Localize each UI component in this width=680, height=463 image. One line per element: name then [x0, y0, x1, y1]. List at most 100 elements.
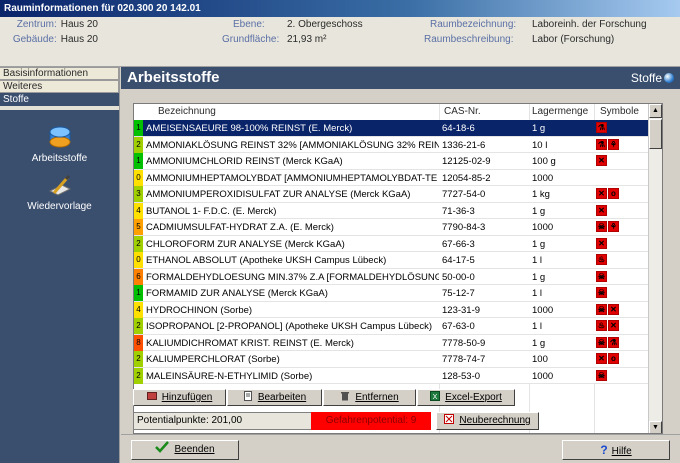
cas-number: 12125-02-9	[442, 156, 491, 167]
close-button[interactable]: Beenden	[131, 440, 239, 460]
substance-name: CADMIUMSULFAT-HYDRAT Z.A. (E. Merck)	[146, 222, 334, 233]
substances-icon	[49, 126, 70, 148]
pen-notepad-icon	[48, 174, 71, 196]
substance-name: KALIUMDICHROMAT KRIST. REINST (E. Merck)	[146, 337, 354, 349]
room-info-panel: Zentrum: Haus 20 Gebäude: Haus 20 Ebene: 2…	[0, 17, 680, 67]
sym-harmful-icon: ✕	[596, 237, 607, 249]
cas-number: 7727-54-0	[442, 189, 486, 200]
scroll-up-button[interactable]: ▲	[649, 104, 662, 118]
ebene-label: Ebene:	[233, 19, 265, 30]
arbeitsstoffe-button[interactable]: Arbeitsstoffe	[0, 125, 119, 164]
substance-name: HYDROCHINON (Sorbe)	[146, 304, 253, 316]
trash-icon	[341, 392, 350, 401]
sym-harmful-icon: ✕	[596, 353, 607, 364]
hazard-symbols: ✕ o	[596, 353, 620, 365]
help-button[interactable]: ? Hilfe	[562, 440, 670, 460]
info-globe-icon	[664, 73, 674, 83]
col-cas[interactable]: CAS-Nr.	[444, 106, 481, 117]
raumbeschreibung-label: Raumbeschreibung:	[424, 34, 514, 45]
recalculate-button[interactable]: Neuberechnung	[436, 412, 539, 430]
storage-quantity: 1000	[532, 304, 554, 316]
hazard-symbols: ☠ ⚗	[596, 336, 620, 349]
hazard-level-indicator: 8	[134, 334, 143, 351]
substance-name: AMMONIUMPEROXIDISULFAT ZUR ANALYSE (Merc…	[146, 189, 411, 200]
hazard-level-indicator: 3	[134, 186, 143, 202]
hazard-symbols: ✕	[596, 204, 608, 217]
gebaeude-value: Haus 20	[60, 34, 98, 45]
add-label: Hinzufügen	[161, 392, 213, 403]
storage-quantity: 1 g	[532, 271, 546, 283]
section-label: Stoffe	[630, 71, 662, 85]
sym-flammable-icon: ♨	[596, 254, 607, 265]
hazard-symbols: ✕	[596, 155, 608, 167]
sym-harmful-icon: ✕	[596, 204, 607, 216]
arbeitsstoffe-label: Arbeitsstoffe	[31, 153, 88, 164]
grundflaeche-label: Grundfläche:	[222, 34, 280, 45]
sym-corrosive-icon: ⚗	[608, 336, 619, 348]
col-symbole[interactable]: Symbole	[600, 106, 639, 117]
main-panel: Arbeitsstoffe Stoffe Bezeichnung CAS-Nr.…	[121, 67, 680, 463]
substance-name: KALIUMPERCHLORAT (Sorbe)	[146, 354, 280, 365]
table-row[interactable]: 1 AMEISENSAEURE 98-100% REINST (E. Merck)…	[134, 120, 650, 137]
substance-name: FORMALDEHYDLOESUNG MIN.37% Z.A [FORMALDE…	[146, 271, 439, 283]
cas-number: 7778-74-7	[442, 354, 486, 365]
substance-name: CHLOROFORM ZUR ANALYSE (Merck KGaA)	[146, 238, 345, 250]
edit-button[interactable]: Bearbeiten	[227, 389, 322, 406]
sym-corrosive-icon: ⚗	[596, 138, 607, 150]
section-label-wrap: Stoffe	[631, 71, 674, 85]
storage-quantity: 1 l	[532, 321, 543, 332]
table-header: Bezeichnung CAS-Nr. Lagermenge Symbole	[134, 104, 650, 120]
sym-oxidizing-icon: o	[608, 353, 619, 364]
hazard-symbols: ✕ o	[596, 188, 620, 200]
svg-text:X: X	[433, 394, 438, 401]
hazard-symbols: ☠ ⚘	[596, 221, 620, 233]
table-row[interactable]: 4 BUTANOL 1- F.D.C. (E. Merck) 71-36-3 1 g ✕	[134, 202, 650, 219]
table-row[interactable]: 2 CHLOROFORM ZUR ANALYSE (Merck KGaA) 67-6…	[134, 235, 650, 252]
table-body: 1 AMEISENSAEURE 98-100% REINST (E. Merck)…	[134, 120, 650, 433]
tab-weiteres[interactable]: Weiteres	[0, 80, 119, 93]
table-row[interactable]: 8 KALIUMDICHROMAT KRIST. REINST (E. Merck…	[134, 334, 650, 351]
sym-harmful-icon: ✕	[608, 320, 619, 331]
hazard-symbols: ☠	[596, 369, 608, 382]
table-row[interactable]: 4 HYDROCHINON (Sorbe) 123-31-9 1000 ☠ ✕	[134, 301, 650, 318]
sym-toxic-icon: ☠	[596, 287, 607, 298]
table-row[interactable]: 0 ETHANOL ABSOLUT (Apotheke UKSH Campus L…	[134, 252, 650, 269]
storage-quantity: 1 l	[532, 255, 543, 266]
col-bezeichnung[interactable]: Bezeichnung	[158, 106, 216, 117]
hazard-level-indicator: 1	[134, 120, 143, 136]
table-row[interactable]: 2 MALEINSÄURE-N-ETHYLIMID (Sorbe) 128-53-0…	[134, 367, 650, 384]
sym-toxic-icon: ☠	[596, 369, 607, 381]
page-title: Arbeitsstoffe	[127, 69, 220, 86]
ebene-value: 2. Obergeschoss	[287, 19, 363, 30]
table-row[interactable]: 5 CADMIUMSULFAT-HYDRAT Z.A. (E. Merck) 779…	[134, 219, 650, 236]
sym-harmful-icon: ✕	[596, 155, 607, 166]
substance-name: BUTANOL 1- F.D.C. (E. Merck)	[146, 205, 277, 217]
gebaeude-label: Gebäude:	[12, 34, 57, 45]
tab-basisinformationen[interactable]: Basisinformationen	[0, 67, 119, 80]
table-row[interactable]: 6 FORMALDEHYDLOESUNG MIN.37% Z.A [FORMALD…	[134, 268, 650, 285]
remove-button[interactable]: Entfernen	[323, 389, 416, 406]
hazard-symbols: ♨ ✕	[596, 320, 620, 332]
wiedervorlage-button[interactable]: Wiedervorlage	[0, 173, 119, 212]
table-row[interactable]: 1 FORMAMID ZUR ANALYSE (Merck KGaA) 75-12-…	[134, 285, 650, 302]
sym-toxic-icon: ☠	[596, 303, 607, 315]
substances-table: Bezeichnung CAS-Nr. Lagermenge Symbole 1…	[133, 103, 663, 434]
cas-number: 75-12-7	[442, 288, 475, 299]
col-lagermenge[interactable]: Lagermenge	[532, 106, 588, 117]
table-row[interactable]: 0 AMMONIUMHEPTAMOLYBDAT [AMMONIUMHEPTAMOL…	[134, 169, 650, 186]
scroll-down-button[interactable]: ▼	[649, 421, 662, 433]
scroll-thumb[interactable]	[649, 119, 662, 149]
add-button[interactable]: Hinzufügen	[133, 389, 226, 406]
table-row[interactable]: 1 AMMONIUMCHLORID REINST (Merck KGaA) 1212…	[134, 153, 650, 170]
table-scrollbar[interactable]: ▲ ▼	[648, 104, 662, 433]
tab-stoffe[interactable]: Stoffe	[0, 93, 119, 106]
table-row[interactable]: 2 AMMONIAKLÖSUNG REINST 32% [AMMONIAKLÖSU…	[134, 136, 650, 153]
table-row[interactable]: 2 KALIUMPERCHLORAT (Sorbe) 7778-74-7 100 ✕ o	[134, 351, 650, 368]
table-row[interactable]: 2 ISOPROPANOL [2-PROPANOL] (Apotheke UKSH…	[134, 318, 650, 335]
danger-potential-badge: Gefahrenpotential: 9	[311, 412, 431, 430]
excel-export-button[interactable]: X Excel-Export	[417, 389, 515, 406]
excel-icon: X	[430, 391, 441, 401]
hazard-symbols: ☠	[596, 287, 608, 299]
table-row[interactable]: 3 AMMONIUMPEROXIDISULFAT ZUR ANALYSE (Mer…	[134, 186, 650, 203]
hazard-level-indicator: 2	[134, 136, 143, 153]
